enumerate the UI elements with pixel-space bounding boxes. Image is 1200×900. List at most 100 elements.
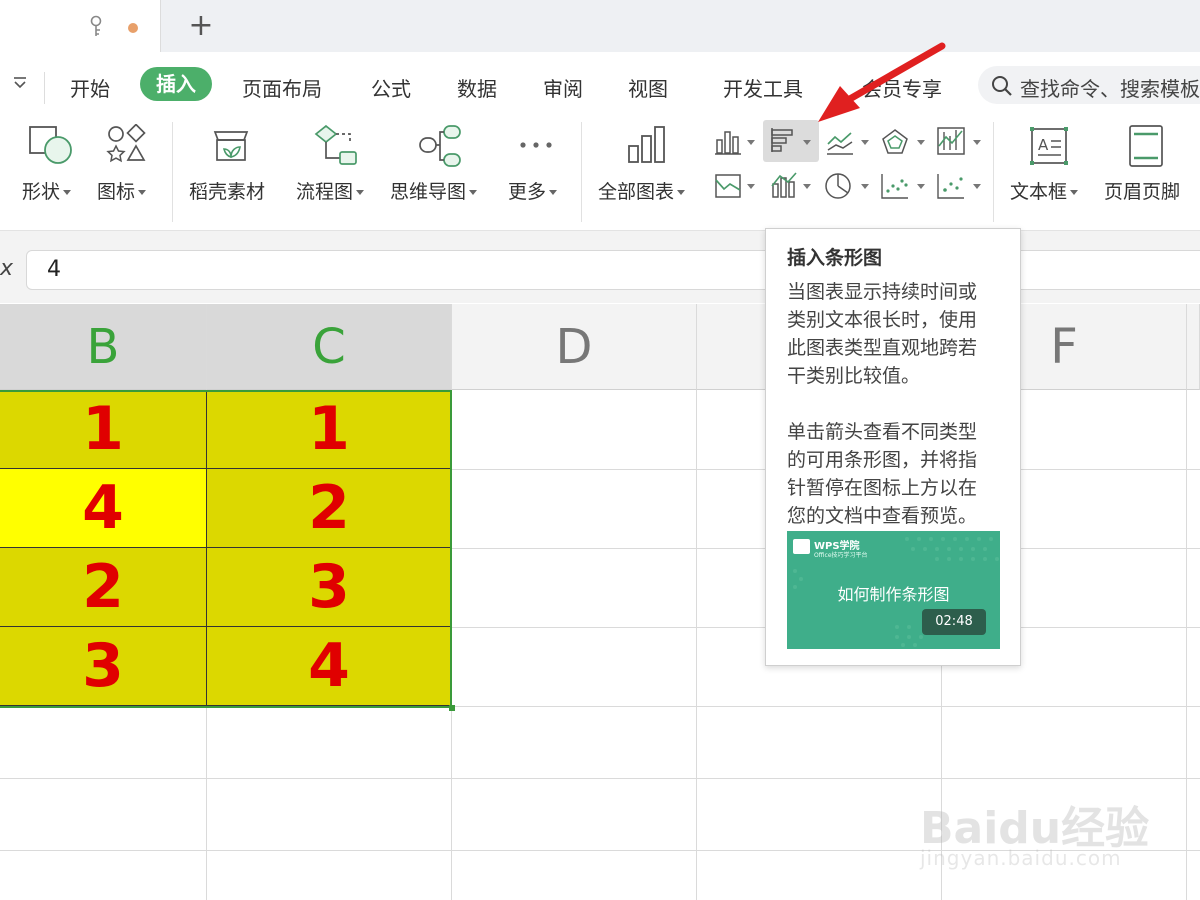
- caret-icon: [549, 190, 558, 195]
- tooltip-line: 针暂停在图标上方以在: [787, 477, 978, 499]
- tooltip-line: 类别文本很长时，使用: [787, 309, 978, 331]
- ribbon: [0, 116, 1200, 231]
- tab-formulas[interactable]: 公式: [371, 73, 411, 102]
- scatter-chart-icon[interactable]: [880, 172, 910, 200]
- unsaved-dot-icon: [128, 23, 138, 33]
- combo-chart-dropdown-icon[interactable]: [803, 184, 811, 189]
- textbox-label: 文本框: [1010, 181, 1068, 203]
- column-chart-dropdown-icon[interactable]: [747, 140, 755, 145]
- column-header-d[interactable]: D: [452, 304, 697, 390]
- search-placeholder: 查找命令、搜索模板: [1020, 77, 1200, 101]
- flowchart-icon[interactable]: [314, 124, 358, 168]
- tab-review[interactable]: 审阅: [543, 73, 583, 102]
- ribbon-divider: [172, 122, 173, 222]
- column-header-b[interactable]: B: [0, 304, 207, 390]
- mindmap-icon[interactable]: [418, 124, 462, 168]
- bar-chart-icon: [769, 126, 797, 154]
- tooltip-line: 当图表显示持续时间或: [787, 281, 978, 303]
- bubble-chart-dropdown-icon[interactable]: [973, 184, 981, 189]
- caret-icon: [677, 190, 686, 195]
- caret-icon: [356, 190, 365, 195]
- shape-button[interactable]: 形状: [22, 177, 72, 204]
- materials-icon[interactable]: [211, 124, 251, 166]
- search-icon: [990, 74, 1014, 102]
- stock-chart-dropdown-icon[interactable]: [973, 140, 981, 145]
- annotation-arrow-icon: [818, 42, 946, 122]
- radar-chart-dropdown-icon[interactable]: [917, 140, 925, 145]
- textbox-icon[interactable]: A: [1029, 126, 1069, 166]
- header-footer-button[interactable]: 页眉页脚: [1104, 177, 1180, 204]
- bubble-chart-icon[interactable]: [936, 172, 966, 200]
- more-button[interactable]: 更多: [508, 177, 558, 204]
- tooltip-line: 此图表类型直观地跨若: [787, 337, 978, 359]
- flowchart-button[interactable]: 流程图: [296, 177, 365, 204]
- menu-divider: [44, 72, 45, 104]
- column-chart-icon[interactable]: [714, 128, 742, 156]
- shape-label: 形状: [22, 181, 61, 203]
- tab-view[interactable]: 视图: [628, 73, 668, 102]
- quick-access-dropdown-icon[interactable]: [12, 76, 28, 96]
- area-chart-dropdown-icon[interactable]: [747, 184, 755, 189]
- video-duration: 02:48: [922, 609, 986, 635]
- icon-library-icon[interactable]: [106, 124, 146, 166]
- bar-chart-dropdown-icon[interactable]: [803, 140, 811, 145]
- ribbon-divider: [993, 122, 994, 222]
- command-search[interactable]: 查找命令、搜索模板: [978, 66, 1200, 104]
- tooltip-line: 单击箭头查看不同类型: [787, 421, 978, 443]
- fx-label[interactable]: x: [0, 256, 13, 281]
- tooltip-title: 插入条形图: [787, 247, 883, 269]
- caret-icon: [1070, 190, 1079, 195]
- formula-value: 4: [47, 257, 61, 282]
- tab-page-layout[interactable]: 页面布局: [242, 73, 322, 102]
- grid-line: [696, 390, 697, 900]
- all-charts-label: 全部图表: [598, 181, 675, 203]
- column-header-g[interactable]: [1187, 304, 1200, 390]
- line-chart-dropdown-icon[interactable]: [861, 140, 869, 145]
- all-charts-icon[interactable]: [626, 124, 668, 166]
- title-bar: [0, 0, 1200, 52]
- tutorial-video-thumbnail[interactable]: WPS学院 Office技巧学习平台 如何制作条形图 02:48: [787, 531, 1000, 649]
- wps-logo-icon: [793, 539, 810, 554]
- pie-chart-icon[interactable]: [824, 172, 854, 200]
- bar-chart-tooltip: 插入条形图 当图表显示持续时间或 类别文本很长时，使用 此图表类型直观地跨若 干…: [765, 228, 1021, 666]
- column-header-c[interactable]: C: [207, 304, 452, 390]
- key-icon: [86, 15, 106, 39]
- combo-chart-icon[interactable]: [770, 170, 798, 200]
- ribbon-divider: [581, 122, 582, 222]
- new-tab-button[interactable]: +: [186, 10, 216, 42]
- thumbnail-title: 如何制作条形图: [837, 585, 950, 604]
- textbox-button[interactable]: 文本框: [1010, 177, 1079, 204]
- mindmap-label: 思维导图: [390, 181, 467, 203]
- caret-icon: [469, 190, 478, 195]
- mindmap-button[interactable]: 思维导图: [390, 177, 478, 204]
- tooltip-line: 您的文档中查看预览。: [787, 505, 978, 527]
- formula-input[interactable]: 4: [26, 250, 1200, 290]
- thumbnail-brand-sub: Office技巧学习平台: [814, 552, 868, 559]
- icon-library-label: 图标: [97, 181, 136, 203]
- all-charts-button[interactable]: 全部图表: [598, 177, 686, 204]
- tooltip-line: 干类别比较值。: [787, 365, 921, 387]
- flowchart-label: 流程图: [296, 181, 354, 203]
- tab-developer[interactable]: 开发工具: [723, 73, 803, 102]
- svg-text:A: A: [1038, 136, 1049, 154]
- more-label: 更多: [508, 181, 547, 203]
- icon-library-button[interactable]: 图标: [97, 177, 147, 204]
- caret-icon: [138, 190, 147, 195]
- scatter-chart-dropdown-icon[interactable]: [917, 184, 925, 189]
- document-tab[interactable]: [0, 0, 161, 52]
- pie-chart-dropdown-icon[interactable]: [861, 184, 869, 189]
- more-icon[interactable]: [518, 138, 554, 152]
- caret-icon: [63, 190, 72, 195]
- materials-button[interactable]: 稻壳素材: [189, 177, 265, 204]
- tab-data[interactable]: 数据: [457, 73, 497, 102]
- area-chart-icon[interactable]: [714, 172, 742, 200]
- tooltip-line: 的可用条形图，并将指: [787, 449, 978, 471]
- baidu-watermark: Baidu经验 jingyan.baidu.com: [920, 770, 1190, 880]
- fill-handle[interactable]: [449, 705, 455, 711]
- tab-home[interactable]: 开始: [70, 73, 110, 102]
- watermark-url: jingyan.baidu.com: [920, 846, 1122, 870]
- header-footer-icon[interactable]: [1128, 124, 1164, 168]
- selection-border: [0, 390, 452, 708]
- tab-insert[interactable]: 插入: [140, 67, 212, 101]
- shape-icon[interactable]: [28, 124, 74, 166]
